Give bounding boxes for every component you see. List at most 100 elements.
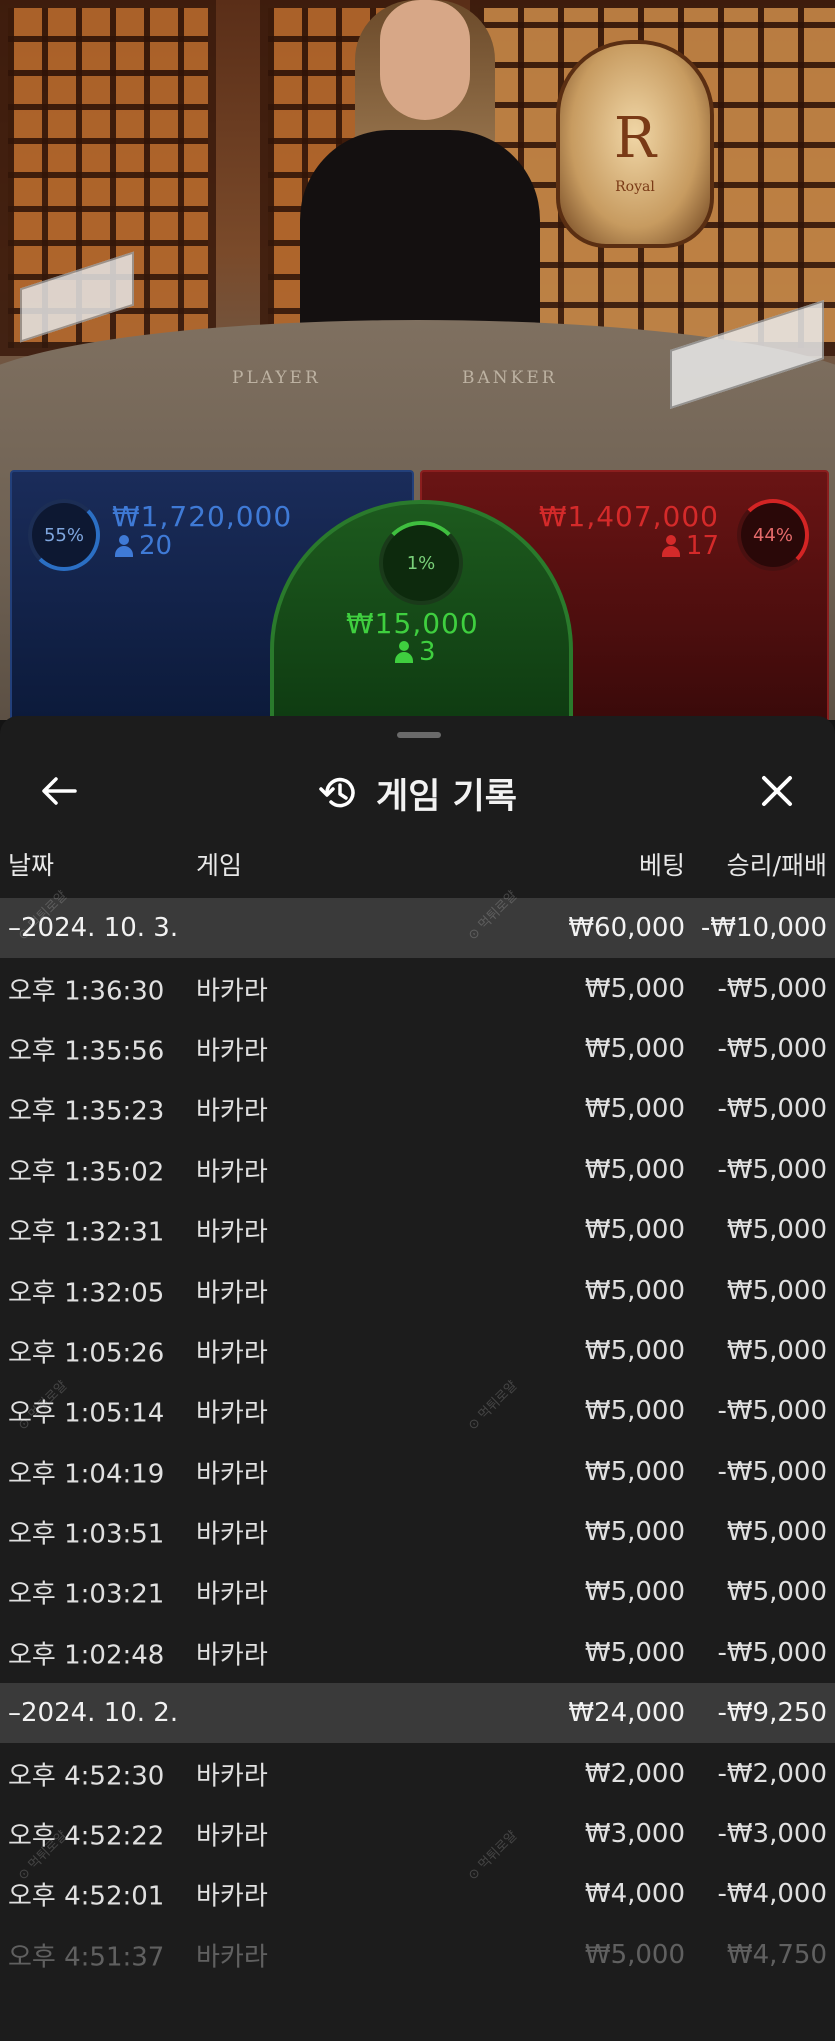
row-bet: ₩5,000 bbox=[584, 1215, 685, 1246]
date-group-row[interactable]: –2024. 10. 2. ₩24,000 -₩9,250 bbox=[0, 1683, 835, 1744]
player-percent: 55% bbox=[43, 524, 84, 546]
row-time: 오후 1:35:02 bbox=[8, 1157, 165, 1188]
row-bet: ₩2,000 bbox=[584, 1758, 685, 1789]
row-result: -₩2,000 bbox=[717, 1758, 827, 1789]
row-time: 오후 1:03:51 bbox=[8, 1519, 165, 1550]
player-bet-amount: ₩1,720,000 bbox=[112, 500, 293, 533]
row-bet: ₩5,000 bbox=[584, 1094, 685, 1125]
date-group-row[interactable]: –2024. 10. 3. ₩60,000 -₩10,000 bbox=[0, 898, 835, 959]
tie-count: 3 bbox=[395, 637, 436, 667]
row-result: -₩3,000 bbox=[717, 1819, 827, 1850]
row-game: 바카라 bbox=[196, 1096, 268, 1127]
row-time: 오후 1:05:26 bbox=[8, 1338, 165, 1369]
row-time: 오후 1:32:31 bbox=[8, 1217, 165, 1248]
row-result: -₩5,000 bbox=[717, 1094, 827, 1125]
dealer-face bbox=[380, 0, 470, 120]
row-time: 오후 4:51:37 bbox=[8, 1942, 165, 1973]
row-game: 바카라 bbox=[196, 1519, 268, 1550]
row-game: 바카라 bbox=[196, 1338, 268, 1369]
row-game: 바카라 bbox=[196, 1459, 268, 1490]
history-row: 오후 1:32:05 바카라 ₩5,000 ₩5,000 bbox=[0, 1260, 835, 1320]
history-row: 오후 1:02:48 바카라 ₩5,000 -₩5,000 bbox=[0, 1623, 835, 1683]
live-video: R Royal PLAYER BANKER 55% ₩1,720,000 20 … bbox=[0, 0, 835, 720]
row-bet: ₩5,000 bbox=[584, 1335, 685, 1366]
column-header-game: 게임 bbox=[196, 851, 243, 880]
dealer bbox=[300, 130, 540, 350]
sheet-drag-handle[interactable] bbox=[397, 732, 441, 738]
row-result: ₩5,000 bbox=[726, 1577, 827, 1608]
felt-banker-label: BANKER bbox=[462, 368, 558, 388]
row-bet: ₩5,000 bbox=[584, 1275, 685, 1306]
player-count-value: 20 bbox=[139, 531, 173, 561]
row-bet: ₩5,000 bbox=[584, 1456, 685, 1487]
history-row: 오후 1:35:56 바카라 ₩5,000 -₩5,000 bbox=[0, 1019, 835, 1079]
history-row: 오후 1:03:21 바카라 ₩5,000 ₩5,000 bbox=[0, 1562, 835, 1622]
row-time: 오후 4:52:22 bbox=[8, 1821, 165, 1852]
group-date: –2024. 10. 2. bbox=[8, 1698, 179, 1729]
row-game: 바카라 bbox=[196, 1278, 268, 1309]
sheet-title: 게임 기록 bbox=[376, 776, 517, 817]
row-bet: ₩5,000 bbox=[584, 1154, 685, 1185]
row-result: -₩5,000 bbox=[717, 1396, 827, 1427]
row-game: 바카라 bbox=[196, 1640, 268, 1671]
row-bet: ₩5,000 bbox=[584, 973, 685, 1004]
history-row: 오후 1:32:31 바카라 ₩5,000 ₩5,000 bbox=[0, 1200, 835, 1260]
row-result: ₩5,000 bbox=[726, 1517, 827, 1548]
history-row: 오후 1:05:14 바카라 ₩5,000 -₩5,000 bbox=[0, 1381, 835, 1441]
banker-count: 17 bbox=[661, 531, 719, 561]
history-row: 오후 1:05:26 바카라 ₩5,000 ₩5,000 bbox=[0, 1321, 835, 1381]
row-bet: ₩60,000 bbox=[568, 913, 685, 944]
banker-percent: 44% bbox=[752, 524, 793, 546]
history-row: 오후 1:03:51 바카라 ₩5,000 ₩5,000 bbox=[0, 1502, 835, 1562]
row-time: 오후 1:02:48 bbox=[8, 1640, 165, 1671]
person-icon bbox=[661, 535, 680, 557]
row-game: 바카라 bbox=[196, 1398, 268, 1429]
person-icon bbox=[115, 535, 133, 557]
history-row: 오후 1:35:23 바카라 ₩5,000 -₩5,000 bbox=[0, 1079, 835, 1139]
column-header-bet: 베팅 bbox=[638, 851, 685, 880]
column-header-date: 날짜 bbox=[8, 851, 55, 880]
emblem-letter: R bbox=[613, 106, 657, 171]
banker-percent-ring: 44% bbox=[737, 499, 809, 571]
close-button[interactable] bbox=[752, 766, 802, 816]
history-icon bbox=[319, 777, 355, 808]
row-result: ₩5,000 bbox=[726, 1275, 827, 1306]
row-game: 바카라 bbox=[196, 1217, 268, 1248]
casino-emblem: R Royal bbox=[556, 40, 714, 248]
banker-count-value: 17 bbox=[685, 531, 719, 561]
row-time: 오후 1:36:30 bbox=[8, 976, 165, 1007]
row-time: 오후 1:35:23 bbox=[8, 1096, 165, 1127]
row-result: -₩5,000 bbox=[717, 1637, 827, 1668]
history-row: 오후 4:52:01 바카라 ₩4,000 -₩4,000 bbox=[0, 1864, 835, 1924]
row-result: -₩10,000 bbox=[700, 913, 827, 944]
row-game: 바카라 bbox=[196, 1821, 268, 1852]
row-result: -₩5,000 bbox=[717, 1456, 827, 1487]
tie-percent-ring: 1% bbox=[379, 521, 463, 605]
column-header-result: 승리/패배 bbox=[726, 851, 827, 880]
history-row: 오후 1:04:19 바카라 ₩5,000 -₩5,000 bbox=[0, 1442, 835, 1502]
row-bet: ₩24,000 bbox=[568, 1698, 685, 1729]
row-bet: ₩5,000 bbox=[584, 1637, 685, 1668]
tie-percent: 1% bbox=[406, 552, 436, 574]
player-count: 20 bbox=[115, 531, 172, 561]
history-row: 오후 4:52:22 바카라 ₩3,000 -₩3,000 bbox=[0, 1804, 835, 1864]
row-result: -₩4,000 bbox=[717, 1879, 827, 1910]
row-bet: ₩3,000 bbox=[584, 1819, 685, 1850]
history-list[interactable]: –2024. 10. 3. ₩60,000 -₩10,000 오후 1:36:30 바카… bbox=[0, 898, 835, 1985]
row-result: ₩5,000 bbox=[726, 1215, 827, 1246]
row-result: ₩4,750 bbox=[726, 1939, 827, 1970]
row-game: 바카라 bbox=[196, 1157, 268, 1188]
row-game: 바카라 bbox=[196, 1579, 268, 1610]
row-time: 오후 1:04:19 bbox=[8, 1459, 165, 1490]
player-percent-ring: 55% bbox=[28, 499, 100, 571]
row-game: 바카라 bbox=[196, 1881, 268, 1912]
row-time: 오후 1:32:05 bbox=[8, 1278, 165, 1309]
game-history-sheet: 게임 기록 날짜 게임 베팅 승리/패배 –2024. 10. 3. ₩60,00… bbox=[0, 716, 835, 2041]
row-game: 바카라 bbox=[196, 1761, 268, 1792]
row-bet: ₩5,000 bbox=[584, 1033, 685, 1064]
row-bet: ₩4,000 bbox=[584, 1879, 685, 1910]
row-game: 바카라 bbox=[196, 1942, 268, 1973]
row-game: 바카라 bbox=[196, 976, 268, 1007]
row-bet: ₩5,000 bbox=[584, 1577, 685, 1608]
row-bet: ₩5,000 bbox=[584, 1517, 685, 1548]
